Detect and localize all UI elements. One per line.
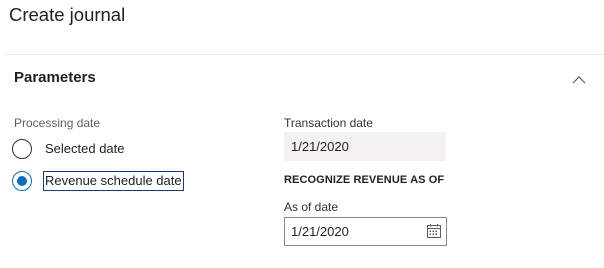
as-of-date-value: 1/21/2020 [291,224,349,239]
transaction-date-label: Transaction date [284,116,373,130]
radio-revenue-schedule-date-label: Revenue schedule date [43,171,184,191]
radio-selected-date-label: Selected date [45,141,125,156]
dialog-title: Create journal [9,4,126,25]
as-of-date-label: As of date [284,200,339,214]
collapse-button[interactable] [567,69,591,89]
section-title: Parameters [14,69,96,86]
chevron-up-icon [572,75,586,83]
radio-selected-date[interactable]: Selected date [12,137,127,161]
recognize-revenue-heading: RECOGNIZE REVENUE AS OF [284,174,445,186]
title-divider [4,54,604,55]
calendar-button[interactable] [426,223,442,239]
radio-selected-date-indicator[interactable] [12,139,32,159]
calendar-icon [427,224,441,238]
as-of-date-input[interactable]: 1/21/2020 [284,217,447,246]
processing-date-label: Processing date [14,116,101,130]
radio-revenue-schedule-date-indicator[interactable] [12,171,32,191]
parameters-section-header[interactable]: Parameters [0,56,604,102]
transaction-date-field: 1/21/2020 [284,132,446,161]
radio-revenue-schedule-date[interactable]: Revenue schedule date [12,169,184,193]
